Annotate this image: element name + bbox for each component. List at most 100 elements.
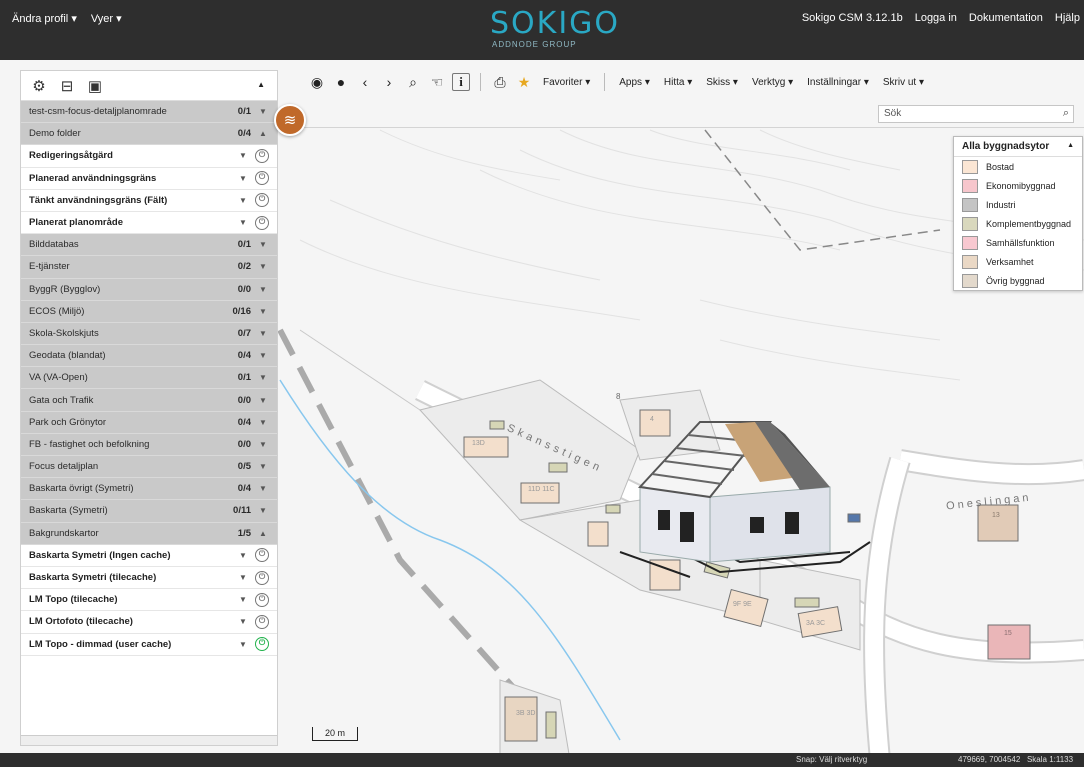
layer-item[interactable]: Baskarta Symetri (tilecache) ▼ ⏻	[21, 566, 277, 590]
login-link[interactable]: Logga in	[915, 12, 957, 24]
layer-folder[interactable]: Skola-Skolskjuts 0/7 ▼	[21, 322, 277, 346]
collapse-legend-icon[interactable]: ▲	[1067, 142, 1074, 149]
tools-menu[interactable]: Verktyg ▾	[748, 77, 797, 88]
power-toggle-icon[interactable]: ⏻	[255, 592, 269, 607]
expand-arrow-icon[interactable]: ▼	[259, 418, 269, 427]
layer-list: test-csm-focus-detaljplanomrade 0/1 ▼ Demo …	[21, 101, 277, 656]
layer-item[interactable]: Planerat planområde ▼ ⏻	[21, 211, 277, 235]
layer-options-icon[interactable]: ▼	[239, 617, 249, 626]
help-link[interactable]: Hjälp	[1055, 12, 1080, 24]
find-menu[interactable]: Hitta ▾	[660, 77, 696, 88]
layer-options-icon[interactable]: ▼	[239, 640, 249, 649]
expand-arrow-icon[interactable]: ▼	[259, 396, 269, 405]
layer-options-icon[interactable]: ▼	[239, 151, 249, 160]
layer-options-icon[interactable]: ▼	[239, 196, 249, 205]
print-icon[interactable]: ⎙	[491, 73, 509, 91]
apps-menu[interactable]: Apps ▾	[615, 77, 654, 88]
layer-options-icon[interactable]: ▼	[239, 218, 249, 227]
layer-folder[interactable]: Focus detaljplan 0/5 ▼	[21, 456, 277, 479]
layer-options-icon[interactable]: ▼	[239, 174, 249, 183]
search-icon[interactable]: ⌕	[1063, 107, 1069, 120]
power-toggle-icon[interactable]: ⏻	[255, 215, 269, 230]
power-toggle-icon[interactable]: ⏻	[255, 548, 269, 563]
layer-folder[interactable]: Bilddatabas 0/1 ▼	[21, 234, 277, 257]
layer-options-icon[interactable]: ▼	[239, 573, 249, 582]
legend-swatch	[962, 254, 978, 269]
power-toggle-icon[interactable]: ⏻	[255, 171, 269, 186]
change-profile-menu[interactable]: Ändra profil ▾	[12, 12, 77, 25]
expand-arrow-icon[interactable]: ▼	[259, 440, 269, 449]
power-toggle-icon[interactable]: ⏻	[255, 614, 269, 629]
layer-name: LM Topo - dimmad (user cache)	[29, 638, 172, 650]
layer-folder[interactable]: VA (VA-Open) 0/1 ▼	[21, 367, 277, 390]
apps-label: Apps	[619, 76, 643, 88]
power-toggle-icon[interactable]: ⏻	[255, 570, 269, 585]
building-label: 9F 9E	[733, 601, 752, 608]
layer-folder[interactable]: test-csm-focus-detaljplanomrade 0/1 ▼	[21, 101, 277, 124]
expand-arrow-icon[interactable]: ▼	[259, 285, 269, 294]
collapse-arrow-icon[interactable]: ▲	[259, 529, 269, 538]
power-toggle-icon[interactable]: ⏻	[255, 193, 269, 208]
print-menu[interactable]: Skriv ut ▾	[879, 77, 928, 88]
gear-icon[interactable]: ⚙	[31, 77, 47, 95]
back-icon[interactable]: ‹	[356, 73, 374, 91]
documentation-link[interactable]: Dokumentation	[969, 12, 1043, 24]
expand-arrow-icon[interactable]: ▼	[259, 107, 269, 116]
layer-folder[interactable]: FB - fastighet och befolkning 0/0 ▼	[21, 433, 277, 456]
layers-toggle-button[interactable]: ≋	[274, 104, 306, 136]
layer-folder[interactable]: E-tjänster 0/2 ▼	[21, 256, 277, 279]
coordinates-value: 479669, 7004542	[958, 755, 1021, 764]
toolbar-separator	[480, 73, 481, 91]
zoom-icon[interactable]: ⌕	[404, 73, 422, 91]
favorite-star-icon[interactable]: ★	[515, 73, 533, 91]
settings-menu[interactable]: Inställningar ▾	[803, 77, 873, 88]
views-menu[interactable]: Vyer ▾	[91, 12, 122, 25]
power-toggle-icon[interactable]: ⏻	[255, 148, 269, 163]
layer-folder[interactable]: ByggR (Bygglov) 0/0 ▼	[21, 278, 277, 301]
expand-arrow-icon[interactable]: ▼	[259, 484, 269, 493]
expand-arrow-icon[interactable]: ▼	[259, 506, 269, 515]
layer-folder[interactable]: Demo folder 0/4 ▲	[21, 123, 277, 146]
layer-item[interactable]: Redigeringsåtgärd ▼ ⏻	[21, 145, 277, 168]
search-input[interactable]: Sök ⌕	[878, 105, 1074, 123]
layer-item[interactable]: LM Topo (tilecache) ▼ ⏻	[21, 589, 277, 612]
sketch-menu[interactable]: Skiss ▾	[702, 77, 742, 88]
expand-arrow-icon[interactable]: ▼	[259, 307, 269, 316]
layer-options-icon[interactable]: ▼	[239, 595, 249, 604]
expand-arrow-icon[interactable]: ▼	[259, 240, 269, 249]
layer-list-icon[interactable]: ⊟	[59, 77, 75, 95]
layer-folder[interactable]: Park och Grönytor 0/4 ▼	[21, 411, 277, 434]
favorites-menu[interactable]: Favoriter ▾	[539, 77, 594, 88]
globe-icon[interactable]: ●	[332, 73, 350, 91]
layer-item[interactable]: LM Topo - dimmad (user cache) ▼ ⏻	[21, 633, 277, 656]
pan-hand-icon[interactable]: ☜	[428, 73, 446, 91]
collapse-arrow-icon[interactable]: ▲	[259, 129, 269, 138]
add-layer-icon[interactable]: ▣	[87, 77, 103, 95]
layer-folder[interactable]: Gata och Trafik 0/0 ▼	[21, 389, 277, 412]
layer-options-icon[interactable]: ▼	[239, 551, 249, 560]
expand-arrow-icon[interactable]: ▼	[259, 262, 269, 271]
layer-name: Planerad användningsgräns	[29, 172, 157, 184]
layer-item[interactable]: LM Ortofoto (tilecache) ▼ ⏻	[21, 611, 277, 634]
forward-icon[interactable]: ›	[380, 73, 398, 91]
legend-label: Bostad	[986, 161, 1015, 172]
power-toggle-icon[interactable]: ⏻	[255, 637, 269, 652]
info-icon[interactable]: i	[452, 73, 470, 91]
layer-item[interactable]: Tänkt användningsgräns (Fält) ▼ ⏻	[21, 189, 277, 212]
expand-arrow-icon[interactable]: ▼	[259, 351, 269, 360]
layer-item[interactable]: Planerad användningsgräns ▼ ⏻	[21, 167, 277, 190]
layer-folder[interactable]: ECOS (Miljö) 0/16 ▼	[21, 300, 277, 323]
expand-arrow-icon[interactable]: ▼	[259, 462, 269, 471]
layer-count: 0/1	[237, 372, 251, 384]
locate-icon[interactable]: ◉	[308, 73, 326, 91]
layer-folder[interactable]: Baskarta övrigt (Symetri) 0/4 ▼	[21, 478, 277, 501]
expand-arrow-icon[interactable]: ▼	[259, 373, 269, 382]
layer-folder[interactable]: Bakgrundskartor 1/5 ▲	[21, 522, 277, 545]
layer-item[interactable]: Baskarta Symetri (Ingen cache) ▼ ⏻	[21, 544, 277, 567]
collapse-panel-icon[interactable]: ▲	[257, 80, 265, 89]
legend-title[interactable]: Alla byggnadsytor ▲	[954, 137, 1082, 157]
layer-folder[interactable]: Geodata (blandat) 0/4 ▼	[21, 345, 277, 368]
layer-name: ByggR (Bygglov)	[29, 283, 101, 295]
layer-folder[interactable]: Baskarta (Symetri) 0/11 ▼	[21, 500, 277, 523]
expand-arrow-icon[interactable]: ▼	[259, 329, 269, 338]
